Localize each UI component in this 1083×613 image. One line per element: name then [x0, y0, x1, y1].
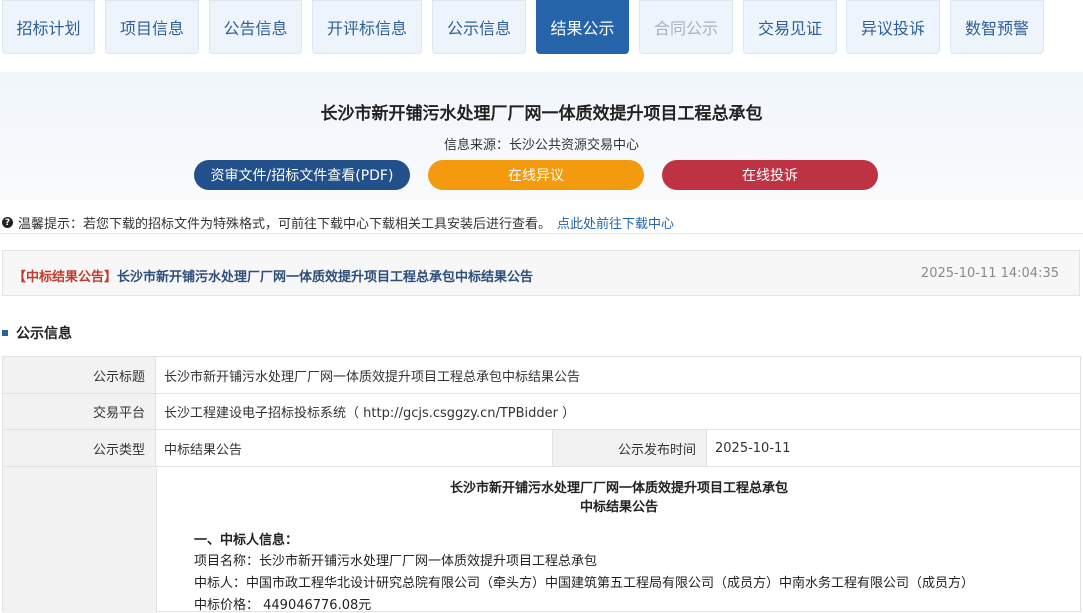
- type-label: 公示类型: [3, 430, 156, 466]
- publish-date-label: 公示发布时间: [553, 430, 707, 466]
- online-objection-button[interactable]: 在线异议: [428, 160, 644, 190]
- publish-date-value: 2025-10-11: [715, 440, 791, 456]
- tab-public-notice[interactable]: 公示信息: [432, 0, 526, 54]
- platform-label: 交易平台: [3, 394, 156, 429]
- title-label: 公示标题: [3, 357, 156, 393]
- type-value: 中标结果公告: [156, 430, 553, 466]
- tab-transaction-witness[interactable]: 交易见证: [743, 0, 837, 54]
- tab-bidding-plan[interactable]: 招标计划: [2, 0, 95, 54]
- project-title: 长沙市新开铺污水处理厂厂网一体质效提升项目工程总承包: [320, 104, 763, 124]
- tip-text: 温馨提示：若您下载的招标文件为特殊格式，可前往下载中心下载相关工具安装后进行查看…: [18, 217, 552, 232]
- announcement-title[interactable]: 【中标结果公告】长沙市新开铺污水处理厂厂网一体质效提升项目工程总承包中标结果公告: [13, 266, 533, 285]
- notice-info-table: 公示标题 长沙市新开铺污水处理厂厂网一体质效提升项目工程总承包中标结果公告 交易…: [2, 356, 1081, 613]
- winner-section-title: 一、中标人信息：: [194, 533, 299, 548]
- section-title: 公示信息: [16, 326, 72, 342]
- view-docs-button[interactable]: 资审文件/招标文件查看(PDF): [194, 160, 410, 190]
- divider: [0, 233, 1083, 234]
- online-complaint-button[interactable]: 在线投诉: [662, 160, 878, 190]
- tab-smart-warning[interactable]: 数智预警: [950, 0, 1044, 54]
- announcement-item[interactable]: 【中标结果公告】长沙市新开铺污水处理厂厂网一体质效提升项目工程总承包中标结果公告…: [2, 250, 1080, 296]
- table-row: 公示类型 中标结果公告 公示发布时间 2025-10-11: [3, 430, 1080, 467]
- winner-line: 中标人：中国市政工程华北设计研究总院有限公司（牵头方）中国建筑第五工程局有限公司…: [194, 576, 975, 591]
- notice-subheading: 中标结果公告: [579, 500, 658, 515]
- announcement-title-text: 长沙市新开铺污水处理厂厂网一体质效提升项目工程总承包中标结果公告: [117, 270, 534, 285]
- tab-announcements[interactable]: 公告信息: [209, 0, 302, 54]
- section-marker-icon: [2, 330, 8, 336]
- tab-result-notice[interactable]: 结果公示: [536, 0, 629, 54]
- notice-content: 长沙市新开铺污水处理厂厂网一体质效提升项目工程总承包 中标结果公告 一、中标人信…: [156, 467, 1081, 613]
- notice-heading: 长沙市新开铺污水处理厂厂网一体质效提升项目工程总承包: [449, 481, 788, 496]
- announcement-tag: 【中标结果公告】: [13, 270, 118, 285]
- table-row: 交易平台 长沙工程建设电子招标投标系统（ http://gcjs.csggzy.…: [3, 394, 1080, 430]
- nav-tabs: 招标计划 项目信息 公告信息 开评标信息 公示信息 结果公示 合同公示 交易见证…: [0, 0, 1083, 56]
- question-icon: ?: [2, 217, 13, 228]
- section-header: 公示信息: [2, 323, 72, 343]
- tab-contract-notice: 合同公示: [639, 0, 733, 54]
- tab-project-info[interactable]: 项目信息: [105, 0, 199, 54]
- price-line: 中标价格： 449046776.08元: [194, 598, 372, 613]
- table-row: 公示标题 长沙市新开铺污水处理厂厂网一体质效提升项目工程总承包中标结果公告: [3, 357, 1080, 394]
- download-center-link[interactable]: 点此处前往下载中心: [557, 213, 674, 232]
- content-label-cell: [3, 467, 156, 613]
- announcement-datetime: 2025-10-11 14:04:35: [920, 266, 1059, 281]
- tab-objection-complaint[interactable]: 异议投诉: [846, 0, 940, 54]
- download-tip: ? 温馨提示：若您下载的招标文件为特殊格式，可前往下载中心下载相关工具安装后进行…: [2, 213, 674, 232]
- project-name-line: 项目名称：长沙市新开铺污水处理厂厂网一体质效提升项目工程总承包: [194, 554, 598, 569]
- info-source: 信息来源：长沙公共资源交易中心: [443, 138, 639, 153]
- platform-value: 长沙工程建设电子招标投标系统（ http://gcjs.csggzy.cn/TP…: [164, 406, 576, 421]
- tab-bid-opening[interactable]: 开评标信息: [312, 0, 422, 54]
- title-value: 长沙市新开铺污水处理厂厂网一体质效提升项目工程总承包中标结果公告: [164, 369, 581, 385]
